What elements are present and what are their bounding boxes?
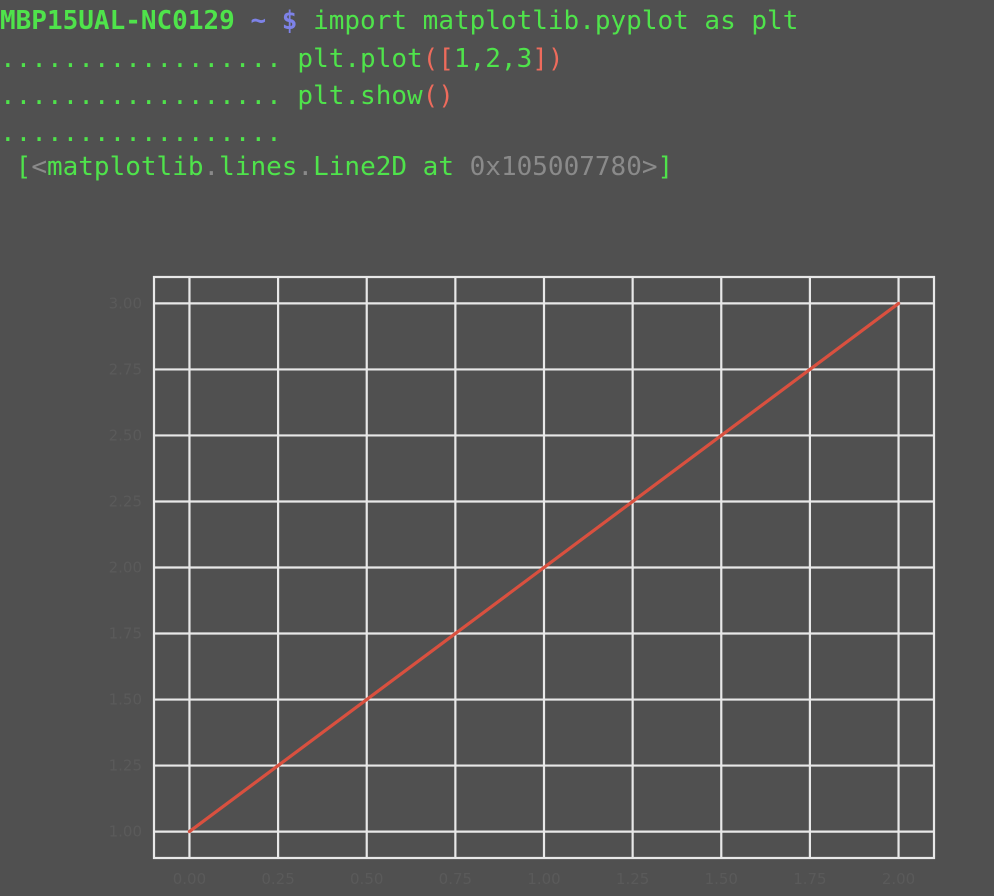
x-tick-label: 1.25 bbox=[616, 870, 649, 888]
x-tick-label: 0.00 bbox=[173, 870, 206, 888]
x-tick-label: 2.00 bbox=[882, 870, 915, 888]
x-tick-label: 0.75 bbox=[439, 870, 472, 888]
line-chart: 0.00 0.25 0.50 0.75 1.00 1.25 1.50 1.75 2.00 1.00… bbox=[109, 275, 936, 888]
y-tick-label: 1.25 bbox=[109, 757, 142, 775]
x-tick-label: 1.00 bbox=[527, 870, 560, 888]
y-tick-label: 1.50 bbox=[109, 691, 142, 709]
y-tick-label: 2.75 bbox=[109, 360, 142, 378]
y-tick-label: 2.50 bbox=[109, 426, 142, 444]
y-tick-label: 2.00 bbox=[109, 559, 142, 577]
y-tick-label: 1.75 bbox=[109, 625, 142, 643]
x-tick-label: 1.50 bbox=[705, 870, 738, 888]
y-tick-label: 2.25 bbox=[109, 492, 142, 510]
y-tick-label: 3.00 bbox=[109, 294, 142, 312]
y-tick-label: 1.00 bbox=[109, 823, 142, 841]
x-tick-label: 0.50 bbox=[350, 870, 383, 888]
x-tick-label: 1.75 bbox=[793, 870, 826, 888]
x-tick-label: 0.25 bbox=[261, 870, 294, 888]
